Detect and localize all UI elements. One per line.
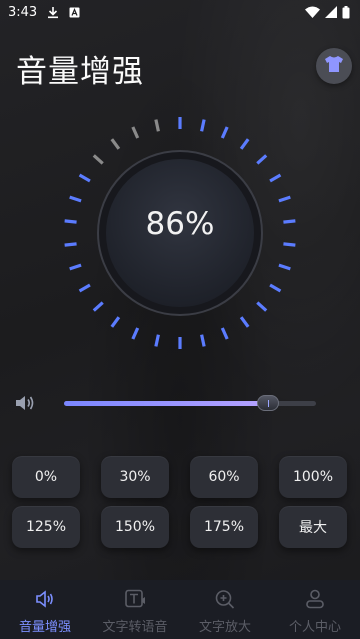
preset-button-125[interactable]: 125% [12, 506, 80, 548]
dial-percent: 86% [145, 206, 215, 242]
preset-button-150[interactable]: 150% [101, 506, 169, 548]
dial-tick [239, 138, 250, 150]
dial-tick [64, 219, 77, 224]
dial-tick [200, 334, 206, 347]
volume-slider-row [12, 390, 322, 416]
preset-button-0[interactable]: 0% [12, 456, 80, 498]
speaker-icon [14, 393, 36, 417]
dial-tick [269, 173, 282, 183]
dial-tick [278, 263, 291, 271]
nav-item-volume-boost[interactable]: 音量增强 [0, 580, 90, 639]
preset-button-max[interactable]: 最大 [279, 506, 347, 548]
volume-slider[interactable] [64, 395, 316, 411]
dial-tick [69, 263, 82, 271]
volume-slider-fill [64, 401, 269, 406]
preset-grid: 0% 30% 60% 100% 125% 150% 175% 最大 [12, 456, 348, 548]
dial-tick [131, 327, 140, 340]
dial-tick [92, 154, 104, 165]
nav-label-text-to-speech: 文字转语音 [102, 620, 168, 635]
nav-label-text-zoom: 文字放大 [198, 620, 251, 635]
dial-tick [256, 301, 268, 312]
preset-button-175[interactable]: 175% [190, 506, 258, 548]
dial-tick [110, 138, 121, 150]
dial-tick [78, 283, 91, 293]
dial-tick [78, 173, 91, 183]
dial-tick [69, 195, 82, 203]
preset-button-100[interactable]: 100% [279, 456, 347, 498]
dial-tick [239, 316, 250, 328]
dial-tick [154, 334, 160, 347]
dial-tick [110, 316, 121, 328]
profile-icon [304, 589, 326, 613]
speaker-boost-icon [34, 589, 56, 613]
dial-tick [92, 301, 104, 312]
bottom-nav: 音量增强 文字转语音 文字放大 个人中心 [0, 580, 360, 639]
dial-tick [131, 126, 140, 139]
volume-dial[interactable] [0, 0, 360, 380]
preset-button-60[interactable]: 60% [190, 456, 258, 498]
dial-tick [64, 242, 77, 247]
dial-tick [256, 154, 268, 165]
dial-tick [278, 195, 291, 203]
dial-tick [154, 119, 160, 132]
nav-label-profile: 个人中心 [288, 620, 341, 635]
preset-button-30[interactable]: 30% [101, 456, 169, 498]
nav-label-volume-boost: 音量增强 [18, 620, 71, 635]
nav-item-profile[interactable]: 个人中心 [270, 580, 360, 639]
dial-tick [220, 126, 229, 139]
dial-tick [283, 219, 296, 224]
nav-item-text-to-speech[interactable]: 文字转语音 [90, 580, 180, 639]
dial-tick [283, 242, 296, 247]
text-to-speech-icon [124, 589, 146, 613]
nav-item-text-zoom[interactable]: 文字放大 [180, 580, 270, 639]
volume-slider-thumb[interactable] [257, 395, 280, 411]
dial-tick [269, 283, 282, 293]
zoom-icon [214, 589, 236, 613]
dial-tick [200, 119, 206, 132]
dial-tick [220, 327, 229, 340]
dial-graphic [64, 117, 296, 349]
